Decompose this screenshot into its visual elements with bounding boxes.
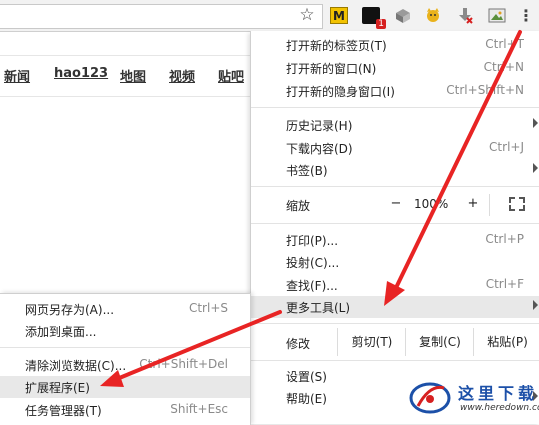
submenu-item-extensions[interactable]: 扩展程序(E) — [0, 376, 250, 398]
submenu-item-label: 添加到桌面... — [25, 325, 97, 339]
menu-item-shortcut: Ctrl+N — [483, 60, 524, 74]
menu-item-cast[interactable]: 投射(C)... — [251, 251, 539, 273]
zoom-in-button[interactable]: + — [465, 196, 481, 211]
menu-separator — [251, 186, 539, 187]
menu-item-label: 打印(P)... — [286, 234, 339, 248]
menu-item-downloads[interactable]: 下载内容(D) Ctrl+J — [251, 137, 539, 159]
zoom-level: 100% — [414, 197, 449, 211]
submenu-item-task-manager[interactable]: 任务管理器(T) Shift+Esc — [0, 399, 250, 421]
menu-item-shortcut: Ctrl+F — [485, 277, 524, 291]
extension-m-icon[interactable]: M — [330, 7, 348, 24]
menu-item-label: 查找(F)... — [286, 279, 338, 293]
menu-item-label: 打开新的隐身窗口(I) — [286, 85, 395, 99]
nav-link-video[interactable]: 视频 — [169, 66, 195, 85]
extension-badge: 1 — [376, 19, 386, 29]
submenu-item-add-to-desktop[interactable]: 添加到桌面... — [0, 320, 250, 342]
menu-item-shortcut: Ctrl+T — [485, 37, 524, 51]
menu-item-label: 打开新的窗口(N) — [286, 62, 377, 76]
watermark-text: 这里下载 — [458, 384, 539, 403]
extension-cube-icon[interactable] — [394, 7, 412, 24]
watermark-logo-icon — [409, 382, 451, 414]
menu-item-label: 历史记录(H) — [286, 119, 353, 133]
nav-link-map[interactable]: 地图 — [120, 66, 146, 85]
edit-row: 修改 剪切(T) 复制(C) 粘贴(P) — [251, 328, 539, 356]
menu-item-history[interactable]: 历史记录(H) — [251, 114, 539, 136]
submenu-item-save-page[interactable]: 网页另存为(A)... Ctrl+S — [0, 298, 250, 320]
menu-item-shortcut: Ctrl+J — [489, 140, 524, 154]
submenu-arrow-icon — [533, 300, 538, 310]
bookmark-star-icon[interactable]: ☆ — [298, 6, 316, 24]
menu-item-bookmarks[interactable]: 书签(B) — [251, 159, 539, 181]
chrome-main-menu: 打开新的标签页(T) Ctrl+T 打开新的窗口(N) Ctrl+N 打开新的隐… — [250, 31, 539, 424]
submenu-item-label: 清除浏览数据(C)... — [25, 359, 127, 373]
submenu-arrow-icon — [533, 163, 538, 173]
extension-cat-icon[interactable] — [424, 7, 442, 24]
nav-link-tieba[interactable]: 贴吧 — [218, 66, 244, 85]
cut-button[interactable]: 剪切(T) — [337, 328, 406, 356]
fullscreen-icon[interactable] — [509, 197, 525, 211]
menu-item-shortcut: Ctrl+Shift+N — [446, 83, 524, 97]
extension-dark-icon[interactable]: 1 — [362, 7, 386, 29]
menu-separator — [251, 107, 539, 108]
menu-item-label: 书签(B) — [286, 164, 328, 178]
menu-item-label: 投射(C)... — [286, 256, 340, 270]
menu-item-print[interactable]: 打印(P)... Ctrl+P — [251, 229, 539, 251]
menu-item-new-tab[interactable]: 打开新的标签页(T) Ctrl+T — [251, 34, 539, 56]
menu-item-incognito[interactable]: 打开新的隐身窗口(I) Ctrl+Shift+N — [251, 80, 539, 102]
submenu-separator — [0, 347, 250, 348]
menu-separator — [251, 323, 539, 324]
submenu-item-label: 扩展程序(E) — [25, 381, 90, 395]
menu-item-label: 下载内容(D) — [286, 142, 353, 156]
menu-item-find[interactable]: 查找(F)... Ctrl+F — [251, 274, 539, 296]
edit-label: 修改 — [286, 337, 311, 351]
zoom-label: 缩放 — [286, 199, 311, 213]
menu-item-shortcut: Ctrl+P — [485, 232, 524, 246]
submenu-item-shortcut: Ctrl+Shift+Del — [139, 357, 228, 371]
menu-item-label: 更多工具(L) — [286, 301, 351, 315]
menu-separator — [251, 360, 539, 361]
submenu-arrow-icon — [533, 118, 538, 128]
submenu-item-shortcut: Shift+Esc — [170, 402, 228, 416]
menu-item-more-tools[interactable]: 更多工具(L) — [251, 296, 539, 318]
zoom-divider — [489, 194, 490, 216]
menu-item-new-window[interactable]: 打开新的窗口(N) Ctrl+N — [251, 57, 539, 79]
more-tools-submenu: 网页另存为(A)... Ctrl+S 添加到桌面... 清除浏览数据(C)...… — [0, 293, 251, 425]
chrome-menu-icon[interactable]: ⋮ — [518, 6, 534, 26]
browser-toolbar: ☆ M 1 ⋮ — [0, 0, 539, 32]
menu-item-label: 打开新的标签页(T) — [286, 39, 387, 53]
nav-link-news[interactable]: 新闻 — [4, 66, 30, 85]
submenu-item-shortcut: Ctrl+S — [188, 301, 228, 315]
menu-item-label: 设置(S) — [286, 370, 327, 384]
extension-download-icon[interactable] — [456, 7, 474, 24]
menu-item-label: 帮助(E) — [286, 392, 327, 406]
extension-image-icon[interactable] — [488, 7, 506, 24]
address-bar[interactable] — [0, 4, 323, 29]
paste-button[interactable]: 粘贴(P) — [473, 328, 539, 356]
submenu-item-label: 网页另存为(A)... — [25, 303, 115, 317]
watermark-url: www.heredown.com — [460, 403, 539, 413]
site-watermark: 这里下载 www.heredown.com — [408, 370, 539, 424]
menu-separator — [251, 223, 539, 224]
submenu-item-clear-data[interactable]: 清除浏览数据(C)... Ctrl+Shift+Del — [0, 354, 250, 376]
submenu-item-label: 任务管理器(T) — [25, 404, 102, 418]
nav-link-hao123[interactable]: hao123 — [54, 66, 108, 81]
zoom-row: 缩放 − 100% + — [251, 194, 539, 216]
zoom-out-button[interactable]: − — [388, 196, 404, 211]
copy-button[interactable]: 复制(C) — [405, 328, 474, 356]
